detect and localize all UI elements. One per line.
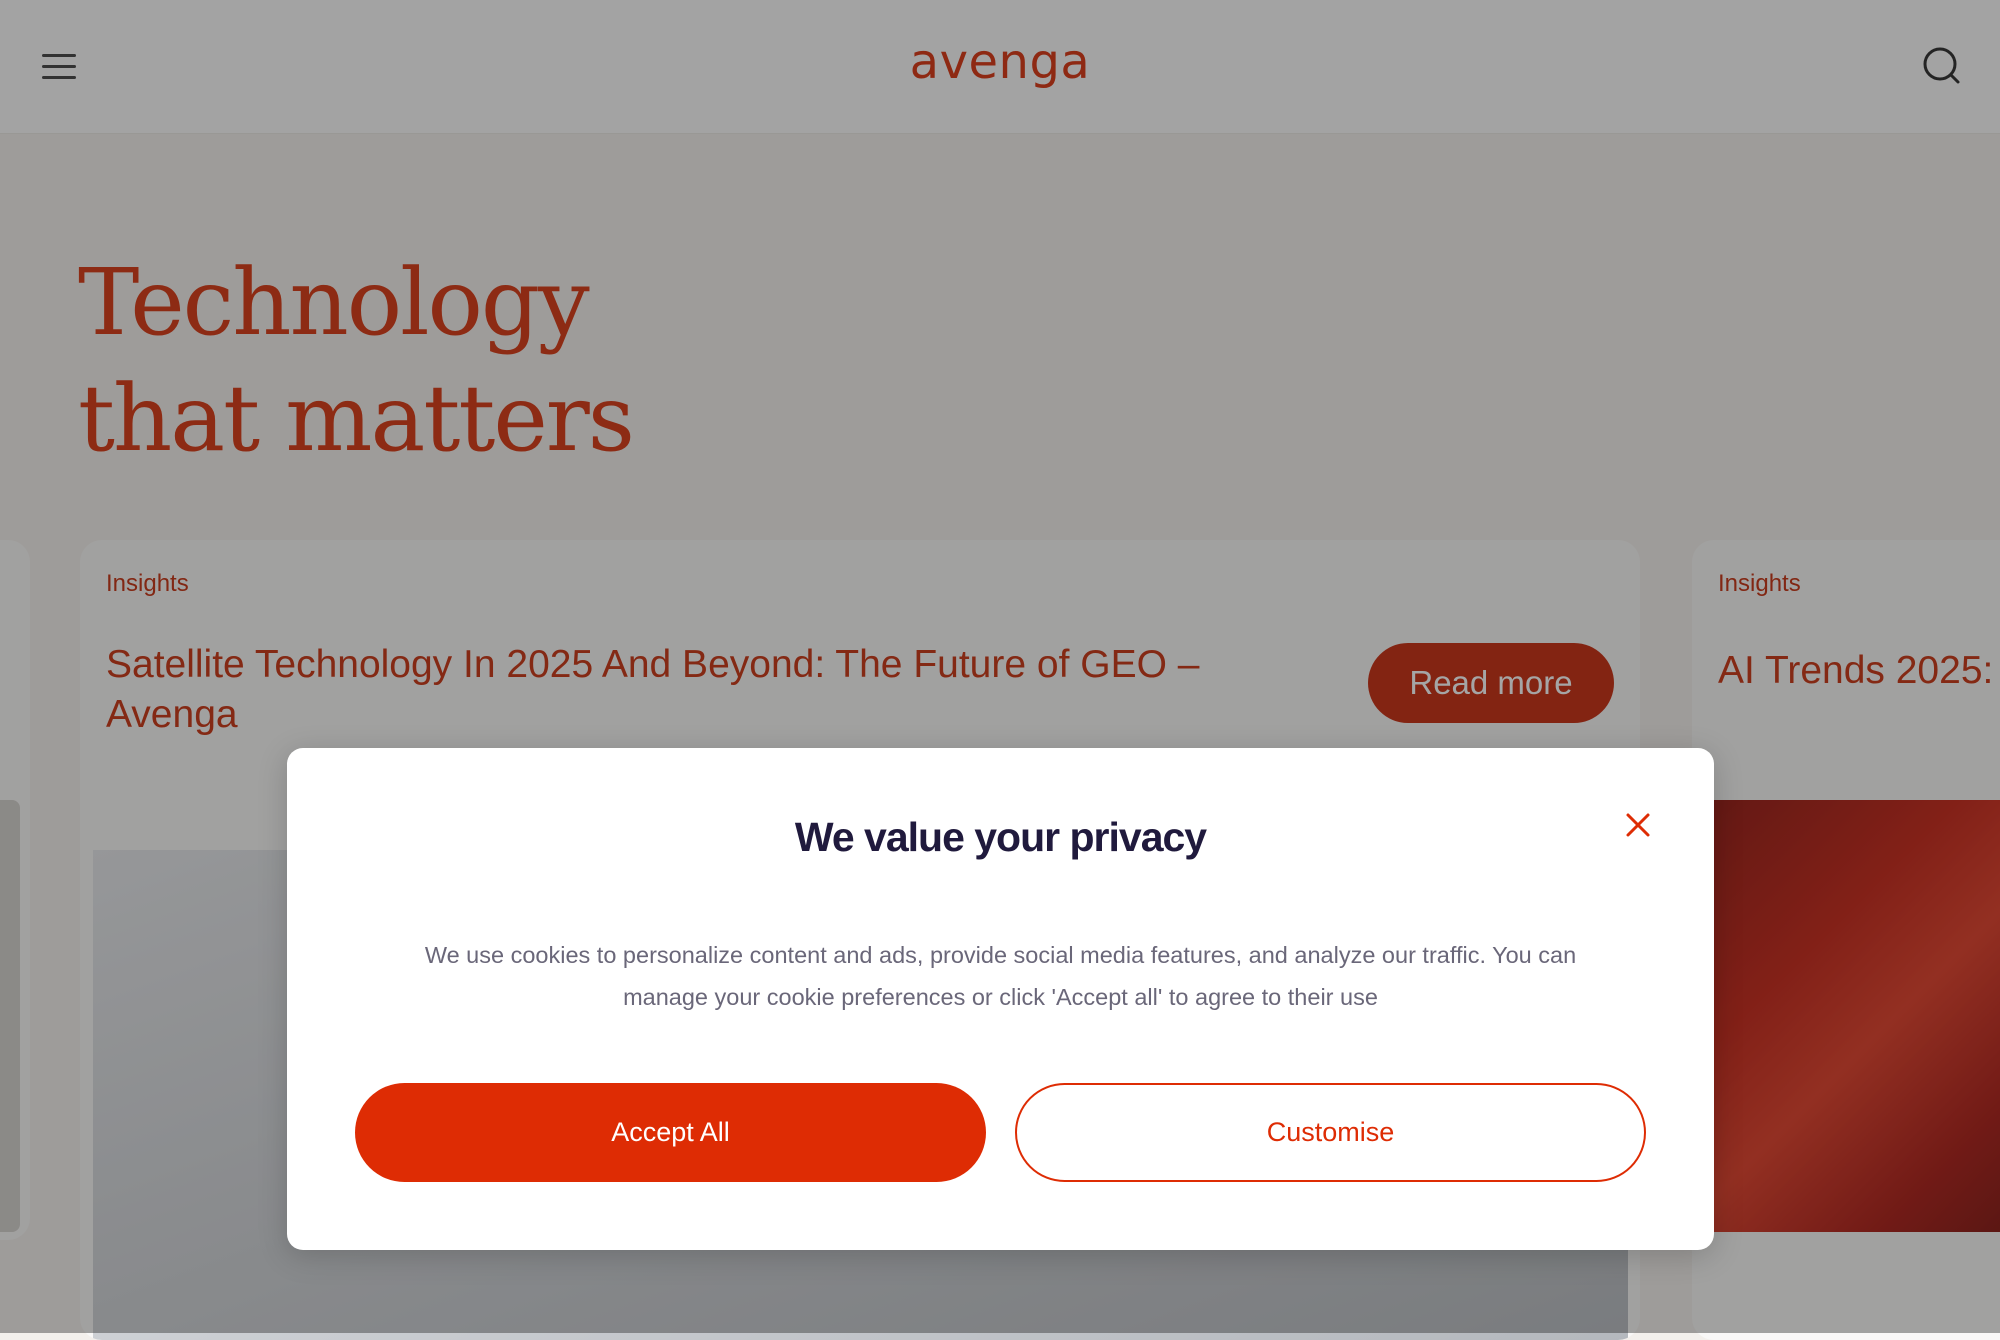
accept-all-button[interactable]: Accept All [355, 1083, 986, 1182]
dialog-title: We value your privacy [794, 814, 1207, 860]
cookie-consent-dialog: We value your privacy We use cookies to … [287, 748, 1714, 1250]
close-icon[interactable] [1623, 810, 1653, 840]
dialog-body-text: We use cookies to personalize content an… [424, 942, 1577, 1010]
customise-button[interactable]: Customise [1015, 1083, 1646, 1182]
